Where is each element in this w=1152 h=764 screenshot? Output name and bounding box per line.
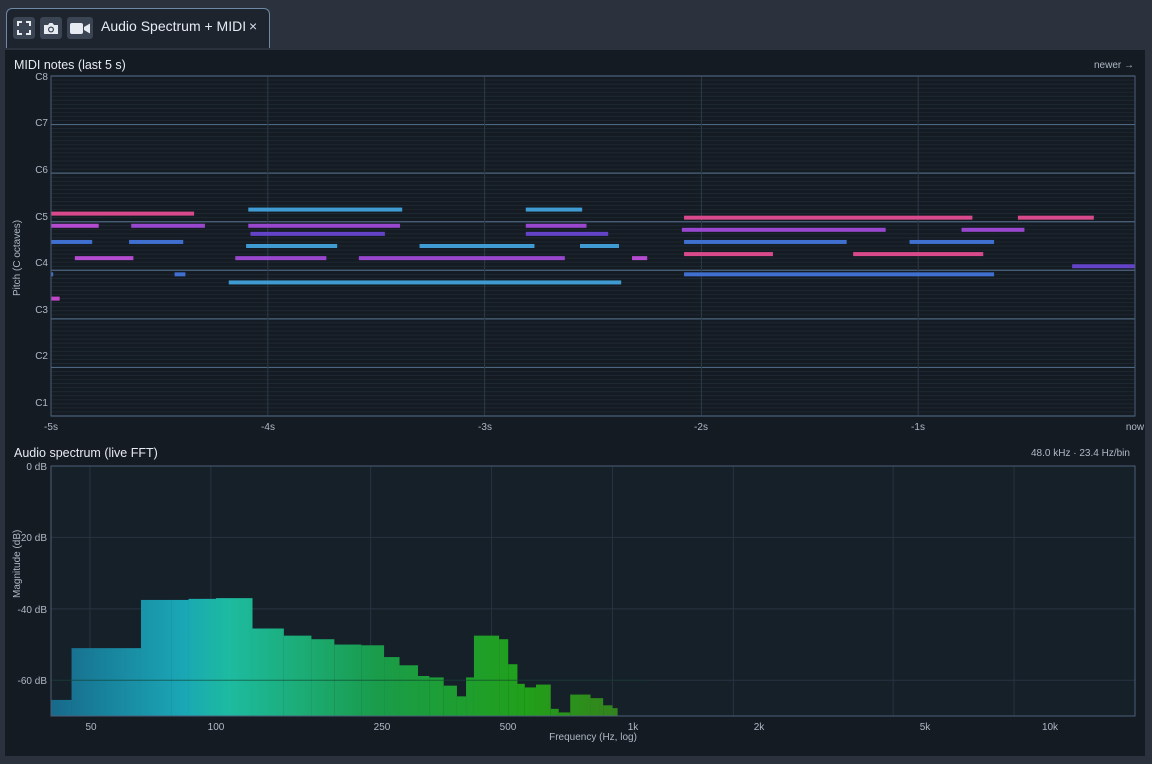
fullscreen-icon[interactable] (13, 17, 35, 39)
db-tick-label: 0 dB (26, 462, 47, 473)
spectrum-bar (612, 708, 618, 716)
db-tick-label: -40 dB (18, 605, 48, 616)
midi-note (228, 280, 622, 285)
spectrum-bar (570, 694, 591, 716)
spectrum-bar (499, 639, 509, 716)
spectrum-bar (508, 664, 518, 716)
time-label: -2s (694, 422, 708, 433)
octave-label: C8 (35, 72, 48, 83)
time-label: -1s (911, 422, 925, 433)
midi-note (1072, 264, 1135, 269)
octave-label: C1 (35, 398, 48, 409)
freq-tick-label: 50 (85, 722, 97, 733)
db-tick-label: -20 dB (18, 533, 48, 544)
spectrum-bar (473, 635, 500, 716)
midi-panel: MIDI notes (last 5 s) newer → Pitch (C o… (5, 50, 1145, 438)
camera-icon[interactable] (40, 17, 62, 39)
octave-label: C2 (35, 351, 48, 362)
spectrum-bar (283, 635, 312, 716)
freq-tick-label: 500 (500, 722, 517, 733)
octave-label: C7 (35, 118, 48, 129)
spectrum-bar (558, 712, 571, 716)
midi-note (129, 239, 184, 244)
spectrum-bar (443, 685, 457, 716)
freq-tick-label: 10k (1042, 722, 1059, 733)
midi-note (131, 223, 205, 228)
time-label: -5s (44, 422, 58, 433)
midi-note (51, 239, 93, 244)
midi-note (248, 207, 403, 212)
midi-note (246, 244, 338, 248)
midi-y-label: Pitch (C octaves) (12, 220, 23, 296)
midi-note (961, 227, 1025, 232)
time-label: now (1126, 422, 1145, 433)
spectrum-bar (535, 684, 551, 716)
midi-note (853, 252, 984, 257)
midi-note (250, 231, 385, 236)
tab-close-button[interactable]: × (249, 18, 257, 34)
midi-note (684, 215, 973, 220)
midi-note (51, 223, 99, 228)
db-tick-label: -60 dB (18, 676, 48, 687)
midi-note (684, 272, 995, 277)
midi-note (174, 272, 186, 277)
midi-note (419, 244, 535, 248)
tab-bar: Audio Spectrum + MIDI × (0, 0, 1152, 50)
spectrum-bar (51, 699, 72, 716)
spectrum-bar (311, 639, 335, 716)
spectrum-bar (603, 705, 613, 716)
video-icon[interactable] (67, 17, 93, 39)
spectrum-bar (517, 683, 525, 716)
spectrum-bar (590, 698, 604, 716)
midi-piano-roll: Pitch (C octaves) C8 C7 C6 C5 C4 C3 C2 C… (12, 72, 1145, 433)
freq-tick-label: 5k (920, 722, 932, 733)
octave-label: C6 (35, 165, 48, 176)
midi-note (632, 256, 648, 261)
midi-note (74, 256, 134, 261)
freq-tick-label: 2k (754, 722, 766, 733)
spectrum-bar (524, 687, 536, 716)
tab-audio-spectrum-midi[interactable]: Audio Spectrum + MIDI × (6, 8, 270, 48)
midi-note (51, 211, 195, 216)
octave-label: C5 (35, 212, 48, 223)
midi-note (684, 252, 773, 257)
midi-note (1017, 215, 1094, 220)
freq-tick-label: 100 (208, 722, 225, 733)
spectrum-bar (140, 599, 172, 716)
midi-note (684, 239, 847, 244)
spectrum-bar (456, 696, 467, 716)
spectrum-bar (418, 676, 430, 716)
spectrum-bar (399, 665, 419, 716)
midi-note (358, 256, 565, 261)
midi-note (525, 231, 609, 236)
midi-note (525, 223, 587, 228)
midi-note (579, 244, 620, 248)
octave-label: C3 (35, 305, 48, 316)
octave-label: C4 (35, 258, 48, 269)
freq-tick-label: 250 (374, 722, 391, 733)
midi-note (235, 256, 327, 261)
spectrum-bar (384, 657, 400, 716)
spectrum-bar (188, 598, 216, 716)
spectrum-panel: Audio spectrum (live FFT) 48.0 kHz · 23.… (5, 438, 1145, 756)
spectrum-bar (466, 677, 474, 716)
tab-title: Audio Spectrum + MIDI (101, 18, 247, 34)
spectrum-bar (215, 598, 253, 716)
midi-note (248, 223, 401, 228)
midi-note (909, 239, 995, 244)
spectrum-bar (429, 677, 444, 716)
midi-note (525, 207, 583, 212)
spectrum-x-label: Frequency (Hz, log) (549, 732, 637, 743)
spectrum-bar (550, 708, 559, 716)
midi-note (51, 296, 60, 301)
spectrum-bar (252, 628, 284, 716)
time-label: -4s (261, 422, 275, 433)
spectrum-bar (171, 599, 189, 716)
midi-note (681, 227, 886, 232)
time-label: -3s (478, 422, 492, 433)
spectrum-bar (71, 648, 141, 716)
spectrum-chart: Magnitude (dB) 0 dB -20 dB -40 dB -60 dB… (12, 462, 1136, 743)
